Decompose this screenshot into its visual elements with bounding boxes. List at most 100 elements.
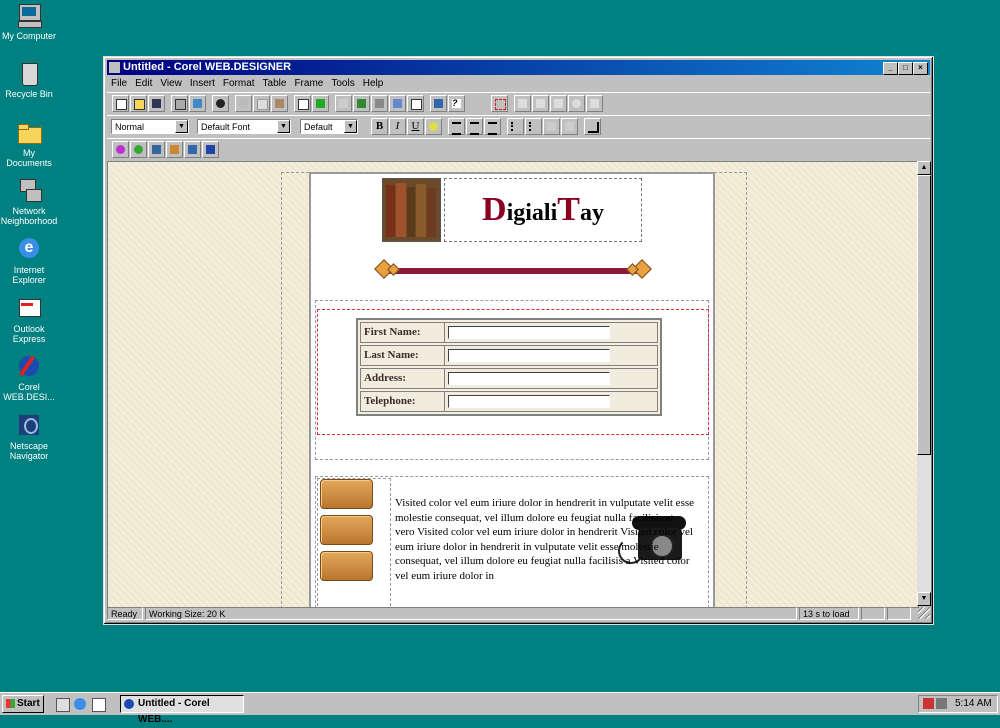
desktop-icon-label: Internet Explorer <box>12 265 46 285</box>
decrease-indent-button[interactable] <box>543 118 560 135</box>
internet-explorer-icon[interactable] <box>74 698 86 710</box>
object-tool-1-icon[interactable] <box>112 141 129 158</box>
nav-button-3[interactable] <box>320 551 373 581</box>
editor-canvas[interactable]: DigialiTay First Name: Last Name: Addres… <box>107 161 919 608</box>
body-text[interactable]: Visited color vel eum iriure dolor in he… <box>395 496 695 584</box>
show-desktop-icon[interactable] <box>56 698 70 712</box>
line-break-button[interactable] <box>584 118 601 135</box>
align-center-button[interactable] <box>466 118 483 135</box>
insert-rule-button[interactable] <box>389 95 406 112</box>
tray-app-icon[interactable] <box>923 698 934 709</box>
document-page[interactable]: DigialiTay First Name: Last Name: Addres… <box>309 172 715 607</box>
menu-help[interactable]: Help <box>359 76 388 92</box>
site-tree-button[interactable] <box>312 95 329 112</box>
paste-button[interactable] <box>271 95 288 112</box>
clock[interactable]: 5:14 AM <box>955 696 992 712</box>
telephone-input[interactable] <box>448 395 610 408</box>
align-right-button[interactable] <box>484 118 501 135</box>
paragraph-style-select[interactable]: Normal ▼ <box>111 119 189 134</box>
help-button[interactable]: ? <box>448 95 465 112</box>
minimize-button[interactable]: _ <box>883 62 898 75</box>
start-button[interactable]: Start <box>2 695 44 713</box>
scroll-thumb[interactable] <box>917 175 931 455</box>
new-button[interactable] <box>112 95 129 112</box>
object-tool-2-icon[interactable] <box>130 141 147 158</box>
cut-button[interactable] <box>235 95 252 112</box>
find-button[interactable] <box>212 95 229 112</box>
menu-frame[interactable]: Frame <box>290 76 327 92</box>
maximize-button[interactable]: □ <box>898 62 913 75</box>
text-area-button[interactable] <box>532 95 549 112</box>
font-size-select[interactable]: Default ▼ <box>300 119 358 134</box>
scroll-up-button[interactable]: ▲ <box>917 161 931 175</box>
vertical-scrollbar[interactable]: ▲ ▼ <box>917 161 931 606</box>
copy-button[interactable] <box>253 95 270 112</box>
desktop-icon-netscape[interactable]: Netscape Navigator <box>0 412 58 461</box>
desktop-icon-internet-explorer[interactable]: e Internet Explorer <box>0 236 58 285</box>
form-input-cell <box>444 391 658 412</box>
desktop-icon-my-computer[interactable]: My Computer <box>0 2 58 41</box>
align-left-button[interactable] <box>448 118 465 135</box>
nav-button-1[interactable] <box>320 479 373 509</box>
menu-insert[interactable]: Insert <box>186 76 219 92</box>
print-button[interactable] <box>171 95 188 112</box>
window-title: Untitled - Corel WEB.DESIGNER <box>123 61 292 73</box>
menu-table[interactable]: Table <box>259 76 291 92</box>
spellcheck-button[interactable] <box>189 95 206 112</box>
preview-button[interactable] <box>430 95 447 112</box>
nav-button-2[interactable] <box>320 515 373 545</box>
desktop-icon-corel-web-designer[interactable]: Corel WEB.DESI... <box>0 353 58 402</box>
properties-button[interactable] <box>294 95 311 112</box>
object-tool-4-icon[interactable] <box>166 141 183 158</box>
menu-view[interactable]: View <box>156 76 186 92</box>
insert-table-button[interactable] <box>407 95 424 112</box>
desktop-icon-outlook-express[interactable]: Outlook Express <box>0 295 58 344</box>
address-input[interactable] <box>448 372 610 385</box>
object-tool-6-icon[interactable] <box>202 141 219 158</box>
desktop-icon-recycle-bin[interactable]: Recycle Bin <box>0 60 58 99</box>
menu-format[interactable]: Format <box>219 76 259 92</box>
outlook-express-icon[interactable] <box>92 698 106 712</box>
form-button[interactable] <box>491 95 508 112</box>
taskbar-item-corel[interactable]: Untitled - Corel WEB.... <box>120 695 244 725</box>
scroll-down-button[interactable]: ▼ <box>917 592 931 606</box>
list-box-button[interactable] <box>586 95 603 112</box>
netscape-navigator-icon <box>16 412 42 438</box>
text-field-button[interactable] <box>514 95 531 112</box>
checkbox-button[interactable] <box>550 95 567 112</box>
underline-button[interactable]: U <box>407 118 424 135</box>
menu-edit[interactable]: Edit <box>131 76 156 92</box>
recycle-bin-icon <box>16 60 42 86</box>
desktop-icon-my-documents[interactable]: My Documents <box>0 119 58 168</box>
internet-explorer-icon: e <box>16 236 42 262</box>
object-tool-5-icon[interactable] <box>184 141 201 158</box>
desktop-icon-network[interactable]: Network Neighborhood <box>0 177 58 226</box>
italic-button[interactable]: I <box>389 118 406 135</box>
insert-link-button[interactable] <box>371 95 388 112</box>
menu-file[interactable]: File <box>107 76 131 92</box>
form-row-telephone: Telephone: <box>360 391 658 412</box>
last-name-input[interactable] <box>448 349 610 362</box>
first-name-input[interactable] <box>448 326 610 339</box>
radio-button[interactable] <box>568 95 585 112</box>
bullet-list-button[interactable] <box>507 118 524 135</box>
menu-tools[interactable]: Tools <box>327 76 358 92</box>
close-button[interactable]: × <box>913 62 928 75</box>
address-label: Address: <box>360 368 445 389</box>
insert-image-button[interactable] <box>353 95 370 112</box>
form-row-first-name: First Name: <box>360 322 658 343</box>
heading-button[interactable] <box>335 95 352 112</box>
open-button[interactable] <box>130 95 147 112</box>
status-working-size: Working Size: 20 K <box>145 607 797 620</box>
first-name-label: First Name: <box>360 322 445 343</box>
object-tool-3-icon[interactable] <box>148 141 165 158</box>
title-bar[interactable]: Untitled - Corel WEB.DESIGNER _ □ × <box>107 60 930 75</box>
numbered-list-button[interactable] <box>525 118 542 135</box>
text-color-button[interactable] <box>425 118 442 135</box>
bold-button[interactable]: B <box>371 118 388 135</box>
volume-icon[interactable] <box>936 698 947 709</box>
font-select[interactable]: Default Font ▼ <box>197 119 291 134</box>
resize-grip-icon[interactable] <box>918 607 930 619</box>
save-button[interactable] <box>148 95 165 112</box>
increase-indent-button[interactable] <box>561 118 578 135</box>
